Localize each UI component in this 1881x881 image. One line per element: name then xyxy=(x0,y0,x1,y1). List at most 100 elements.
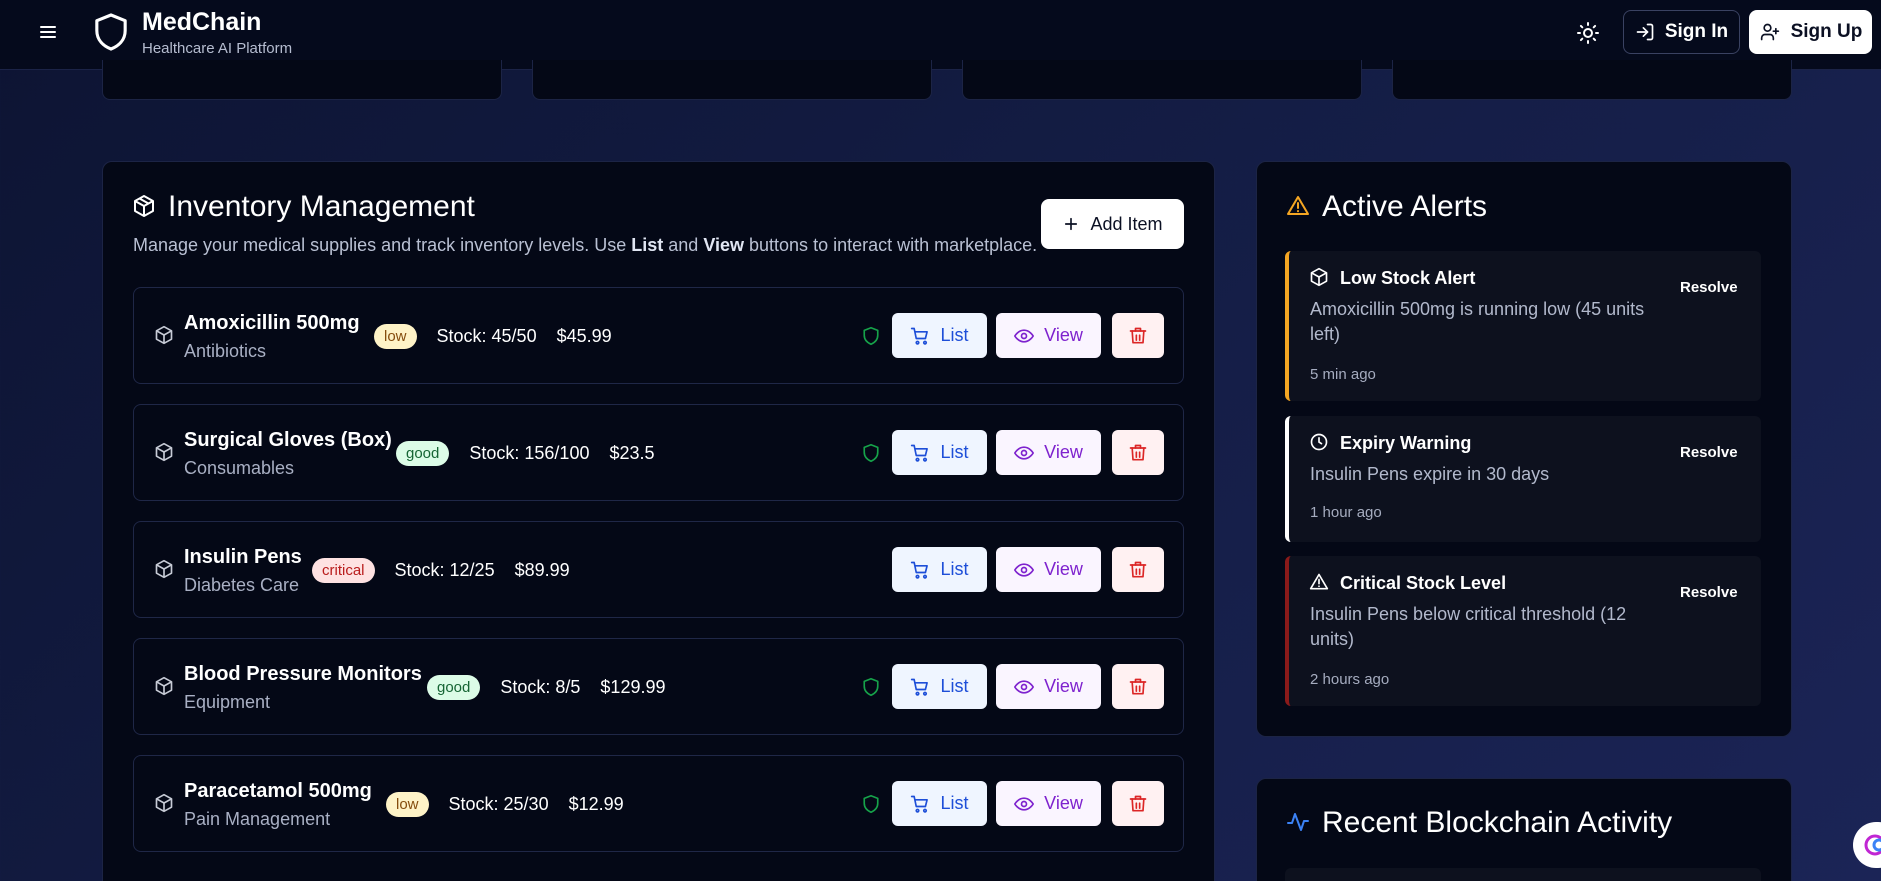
package-icon xyxy=(155,442,173,462)
alert-card: Expiry Warning Insulin Pens expire in 30… xyxy=(1285,416,1761,542)
sign-in-button[interactable]: Sign In xyxy=(1623,10,1740,54)
item-meta: low Stock: 45/50 $45.99 xyxy=(374,324,612,349)
eye-icon xyxy=(1014,562,1035,577)
item-name: Amoxicillin 500mg xyxy=(184,312,360,334)
list-button[interactable]: List xyxy=(892,547,987,592)
assistant-fab-button[interactable] xyxy=(1853,822,1881,868)
item-stock: Stock: 12/25 xyxy=(394,560,495,580)
list-button[interactable]: List xyxy=(892,781,987,826)
stat-card xyxy=(962,60,1362,100)
item-category: Diabetes Care xyxy=(184,575,300,595)
item-category: Antibiotics xyxy=(184,341,267,361)
list-label: List xyxy=(940,325,969,345)
user-plus-icon xyxy=(1760,23,1779,41)
item-stock: Stock: 156/100 xyxy=(469,443,590,463)
cart-icon xyxy=(911,678,929,696)
status-badge: low xyxy=(374,324,417,349)
list-button[interactable]: List xyxy=(892,313,987,358)
delete-button[interactable] xyxy=(1112,313,1164,358)
item-name: Insulin Pens xyxy=(184,546,302,568)
resolve-button[interactable]: Resolve xyxy=(1680,279,1738,296)
alert-card: Low Stock Alert Amoxicillin 500mg is run… xyxy=(1285,251,1761,401)
view-button[interactable]: View xyxy=(996,313,1101,358)
eye-icon xyxy=(1014,328,1035,343)
package-icon xyxy=(134,195,154,217)
table-row: Amoxicillin 500mg Antibiotics low Stock:… xyxy=(133,287,1184,384)
list-label: List xyxy=(940,442,969,462)
view-label: View xyxy=(1044,793,1083,813)
resolve-button[interactable]: Resolve xyxy=(1680,444,1738,461)
add-item-label: Add Item xyxy=(1090,213,1163,234)
item-price: $129.99 xyxy=(600,677,666,697)
sun-theme-toggle-icon[interactable] xyxy=(1576,21,1600,45)
sign-up-button[interactable]: Sign Up xyxy=(1749,10,1872,54)
cart-icon xyxy=(911,795,929,813)
delete-button[interactable] xyxy=(1112,664,1164,709)
trash-icon xyxy=(1129,327,1147,343)
item-meta: good Stock: 8/5 $129.99 xyxy=(427,675,666,700)
resolve-button[interactable]: Resolve xyxy=(1680,584,1738,601)
table-row: Paracetamol 500mg Pain Management low St… xyxy=(133,755,1184,852)
alert-message: Insulin Pens below critical threshold (1… xyxy=(1310,604,1627,649)
item-category: Equipment xyxy=(184,692,271,712)
table-row: Surgical Gloves (Box) Consumables good S… xyxy=(133,404,1184,501)
verified-shield-icon xyxy=(863,443,879,463)
sign-in-icon xyxy=(1636,23,1654,41)
hamburger-menu-icon[interactable] xyxy=(36,20,60,44)
item-name: Surgical Gloves (Box) xyxy=(184,429,392,451)
item-name: Blood Pressure Monitors xyxy=(184,663,422,685)
package-icon xyxy=(155,793,173,813)
verified-shield-icon xyxy=(863,326,879,346)
item-price: $89.99 xyxy=(514,560,570,580)
warning-icon xyxy=(1309,573,1329,590)
item-category: Consumables xyxy=(184,458,295,478)
verified-shield-icon xyxy=(863,677,879,697)
cart-icon xyxy=(911,444,929,462)
alerts-title: Active Alerts xyxy=(1322,190,1488,223)
item-stock: Stock: 25/30 xyxy=(448,794,549,814)
list-label: List xyxy=(940,793,969,813)
list-button[interactable]: List xyxy=(892,430,987,475)
alert-time: 1 hour ago xyxy=(1310,504,1382,521)
package-icon xyxy=(155,676,173,696)
table-row: Blood Pressure Monitors Equipment good S… xyxy=(133,638,1184,735)
alert-title: Expiry Warning xyxy=(1340,433,1472,453)
package-icon xyxy=(155,559,173,579)
alert-time: 2 hours ago xyxy=(1310,671,1390,688)
status-badge: critical xyxy=(312,558,375,583)
item-stock: Stock: 45/50 xyxy=(436,326,537,346)
view-button[interactable]: View xyxy=(996,430,1101,475)
cart-icon xyxy=(911,561,929,579)
status-badge: good xyxy=(427,675,481,700)
activity-list xyxy=(1285,868,1761,881)
delete-button[interactable] xyxy=(1112,430,1164,475)
add-item-button[interactable]: Add Item xyxy=(1041,199,1184,249)
delete-button[interactable] xyxy=(1112,781,1164,826)
package-icon xyxy=(1310,267,1328,287)
status-badge: low xyxy=(386,792,429,817)
view-button[interactable]: View xyxy=(996,781,1101,826)
item-meta: critical Stock: 12/25 $89.99 xyxy=(312,558,570,583)
package-icon xyxy=(155,325,173,345)
inventory-description: Manage your medical supplies and track i… xyxy=(133,235,1038,255)
inventory-title: Inventory Management xyxy=(168,190,475,223)
list-button[interactable]: List xyxy=(892,664,987,709)
item-category: Pain Management xyxy=(184,809,331,829)
plus-icon xyxy=(1065,217,1078,231)
activity-title: Recent Blockchain Activity xyxy=(1322,806,1673,839)
view-button[interactable]: View xyxy=(996,547,1101,592)
item-price: $23.5 xyxy=(609,443,655,463)
verified-shield-icon xyxy=(863,794,879,814)
alert-time: 5 min ago xyxy=(1310,366,1376,383)
item-meta: good Stock: 156/100 $23.5 xyxy=(396,441,655,466)
shield-logo-icon xyxy=(95,13,127,51)
alert-message: Insulin Pens expire in 30 days xyxy=(1310,464,1550,484)
stat-card xyxy=(102,60,502,100)
sign-in-label: Sign In xyxy=(1664,21,1729,42)
trash-icon xyxy=(1129,795,1147,811)
item-meta: low Stock: 25/30 $12.99 xyxy=(386,792,624,817)
delete-button[interactable] xyxy=(1112,547,1164,592)
alert-title: Low Stock Alert xyxy=(1340,268,1476,288)
view-button[interactable]: View xyxy=(996,664,1101,709)
alert-card: Critical Stock Level Insulin Pens below … xyxy=(1285,556,1761,706)
